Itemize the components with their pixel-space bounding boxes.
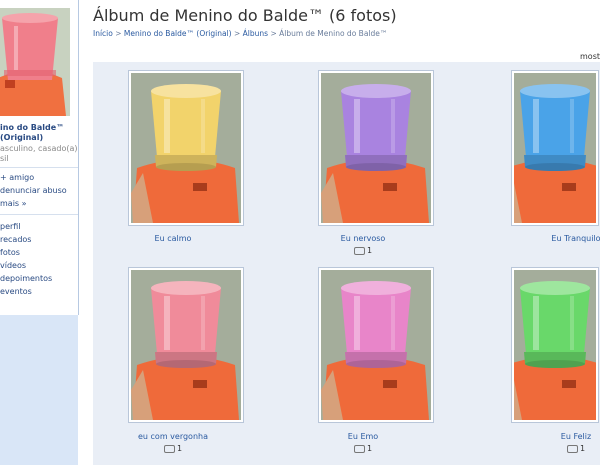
page-title: Álbum de Menino do Balde™ (6 fotos) bbox=[93, 6, 397, 25]
main-content: Álbum de Menino do Balde™ (6 fotos) Iníc… bbox=[86, 0, 600, 465]
comment-count[interactable]: 1 bbox=[288, 444, 438, 453]
breadcrumb-profile[interactable]: Menino do Balde™ (Original) bbox=[124, 29, 232, 38]
nav-eventos[interactable]: eventos bbox=[0, 287, 32, 296]
nav-fotos[interactable]: fotos bbox=[0, 248, 20, 257]
photo-caption[interactable]: Eu Feliz bbox=[481, 432, 600, 441]
breadcrumb-inicio[interactable]: Início bbox=[93, 29, 113, 38]
breadcrumb-current: Álbum de Menino do Balde™ bbox=[279, 29, 388, 38]
profile-photo[interactable] bbox=[0, 8, 70, 116]
breadcrumb-albuns[interactable]: Álbuns bbox=[243, 29, 268, 38]
breadcrumb: Início > Menino do Balde™ (Original) > Á… bbox=[93, 29, 387, 38]
bucket-kid-photo bbox=[321, 270, 431, 420]
photo-grid: Eu calmo Eu nervoso 1 Eu Tranquilo eu co… bbox=[93, 62, 600, 465]
bucket-kid-photo bbox=[131, 270, 241, 420]
comment-bubble-icon bbox=[353, 444, 365, 453]
report-abuse-link[interactable]: denunciar abuso bbox=[0, 186, 67, 195]
bucket-kid-photo bbox=[514, 73, 596, 223]
nav-depoimentos[interactable]: depoimentos bbox=[0, 274, 52, 283]
photo-caption[interactable]: eu com vergonha bbox=[98, 432, 248, 441]
profile-description-line-2: sil bbox=[0, 154, 9, 163]
profile-description-line-1: asculino, casado(a) bbox=[0, 144, 78, 153]
more-link[interactable]: mais » bbox=[0, 199, 27, 208]
nav-recados[interactable]: recados bbox=[0, 235, 31, 244]
add-friend-link[interactable]: + amigo bbox=[0, 173, 34, 182]
comment-bubble-icon bbox=[566, 444, 578, 453]
comment-bubble-icon bbox=[353, 246, 365, 255]
comment-bubble-icon bbox=[163, 444, 175, 453]
bucket-kid-photo bbox=[321, 73, 431, 223]
photo-thumbnail[interactable] bbox=[511, 267, 599, 423]
nav-perfil[interactable]: perfil bbox=[0, 222, 21, 231]
photo-thumbnail[interactable] bbox=[128, 70, 244, 226]
comment-count[interactable]: 1 bbox=[98, 444, 248, 453]
bucket-kid-photo bbox=[514, 270, 596, 420]
profile-card: ino do Balde™ (Original) asculino, casad… bbox=[0, 0, 79, 315]
photo-caption[interactable]: Eu calmo bbox=[98, 234, 248, 243]
comment-count[interactable]: 1 bbox=[288, 246, 438, 255]
photo-thumbnail[interactable] bbox=[318, 267, 434, 423]
photo-caption[interactable]: Eu Tranquilo bbox=[481, 234, 600, 243]
photo-thumbnail[interactable] bbox=[318, 70, 434, 226]
profile-bucket bbox=[2, 13, 58, 80]
show-options-label[interactable]: most bbox=[580, 52, 600, 61]
photo-thumbnail[interactable] bbox=[511, 70, 599, 226]
photo-thumbnail[interactable] bbox=[128, 267, 244, 423]
breadcrumb-separator: > bbox=[233, 29, 243, 38]
photo-caption[interactable]: Eu nervoso bbox=[288, 234, 438, 243]
nav-videos[interactable]: vídeos bbox=[0, 261, 26, 270]
bucket-kid-photo bbox=[131, 73, 241, 223]
divider bbox=[0, 214, 78, 215]
profile-name[interactable]: ino do Balde™ (Original) bbox=[0, 123, 78, 143]
divider bbox=[0, 167, 78, 168]
breadcrumb-separator: > bbox=[115, 29, 124, 38]
breadcrumb-separator: > bbox=[270, 29, 280, 38]
photo-caption[interactable]: Eu Emo bbox=[288, 432, 438, 441]
left-sidebar: ino do Balde™ (Original) asculino, casad… bbox=[0, 0, 79, 465]
comment-count[interactable]: 1 bbox=[481, 444, 600, 453]
